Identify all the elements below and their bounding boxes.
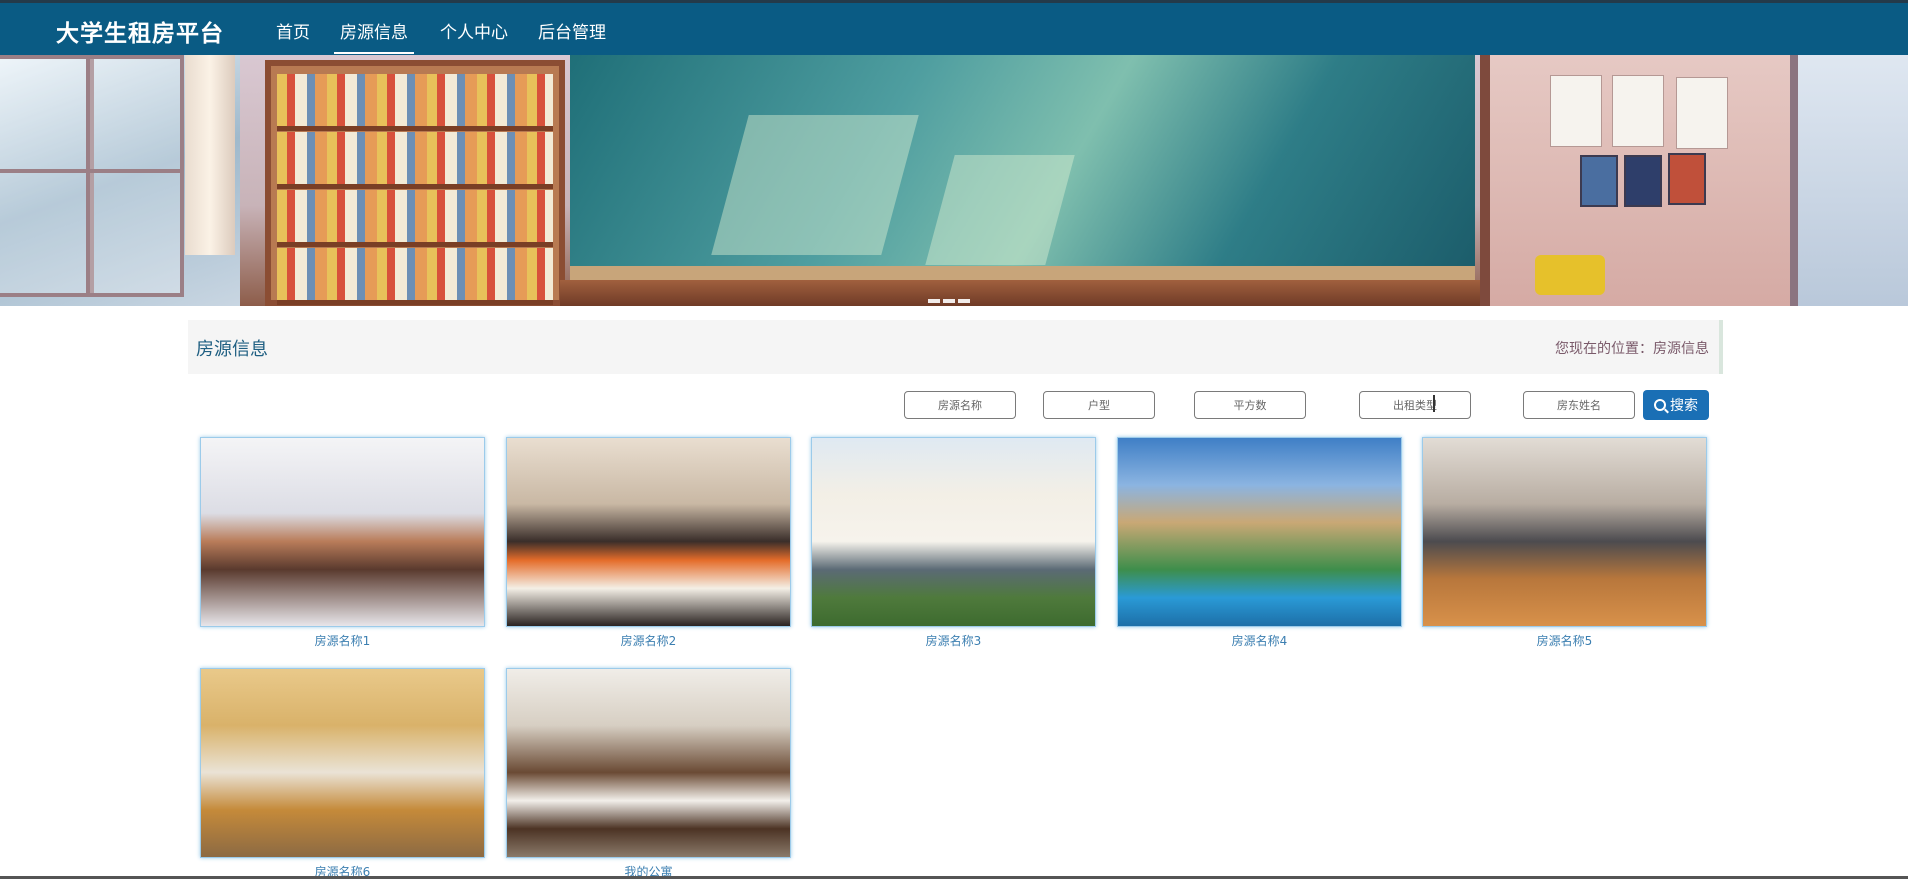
nav-item-admin[interactable]: 后台管理: [538, 18, 606, 43]
listing-image[interactable]: [1422, 437, 1707, 627]
listing-card[interactable]: 我的公寓: [506, 668, 791, 880]
banner-bookshelf: [265, 60, 565, 306]
listing-image[interactable]: [1117, 437, 1402, 627]
text-cursor-icon: [1433, 395, 1435, 412]
search-button-label: 搜索: [1670, 398, 1698, 414]
banner-chalkboard: [570, 55, 1475, 280]
banner-bucket: [1535, 255, 1605, 295]
listing-name[interactable]: 房源名称5: [1422, 632, 1707, 649]
listing-image[interactable]: [506, 437, 791, 627]
site-brand[interactable]: 大学生租房平台: [56, 14, 224, 48]
area-input[interactable]: [1194, 391, 1306, 419]
layout-input[interactable]: [1043, 391, 1155, 419]
listing-image[interactable]: [811, 437, 1096, 627]
carousel-dot[interactable]: [958, 299, 970, 303]
listing-image[interactable]: [200, 437, 485, 627]
listing-card[interactable]: 房源名称3: [811, 437, 1096, 649]
page-title: 房源信息: [196, 339, 268, 360]
listing-image[interactable]: [506, 668, 791, 858]
nav-item-listings[interactable]: 房源信息: [334, 18, 414, 54]
listing-card[interactable]: 房源名称6: [200, 668, 485, 880]
carousel-indicators[interactable]: [928, 288, 973, 306]
banner-board-ledge: [560, 280, 1485, 306]
listing-image[interactable]: [200, 668, 485, 858]
breadcrumb: 您现在的位置：房源信息: [1555, 341, 1709, 357]
section-header: 房源信息 您现在的位置：房源信息: [188, 320, 1723, 374]
listing-name[interactable]: 房源名称1: [200, 632, 485, 649]
carousel-dot[interactable]: [928, 299, 940, 303]
house-name-input[interactable]: [904, 391, 1016, 419]
banner-right-window: [1790, 55, 1908, 306]
nav-item-home[interactable]: 首页: [276, 18, 310, 43]
listing-card[interactable]: 房源名称5: [1422, 437, 1707, 649]
top-navbar: 大学生租房平台 首页 房源信息 个人中心 后台管理: [0, 0, 1908, 55]
rent-type-input[interactable]: [1359, 391, 1471, 419]
search-button[interactable]: 搜索: [1643, 390, 1709, 420]
landlord-name-input[interactable]: [1523, 391, 1635, 419]
nav-item-personal-center[interactable]: 个人中心: [440, 18, 508, 43]
listing-card[interactable]: 房源名称1: [200, 437, 485, 649]
banner-wall: [1480, 55, 1790, 306]
hero-banner-image: [0, 55, 1908, 306]
listing-card[interactable]: 房源名称4: [1117, 437, 1402, 649]
listing-name[interactable]: 房源名称2: [506, 632, 791, 649]
listing-card[interactable]: 房源名称2: [506, 437, 791, 649]
banner-curtain: [185, 55, 235, 255]
search-icon: [1654, 399, 1666, 411]
carousel-dot[interactable]: [943, 299, 955, 303]
listing-name[interactable]: 房源名称3: [811, 632, 1096, 649]
listing-name[interactable]: 房源名称4: [1117, 632, 1402, 649]
